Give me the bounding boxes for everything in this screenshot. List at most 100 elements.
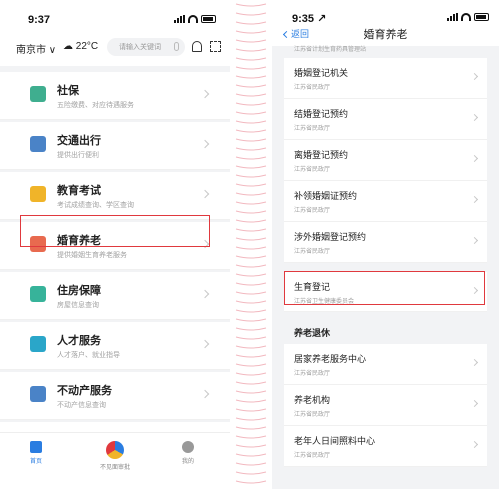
item-subtitle: 江苏省民政厅 [294,167,331,173]
highlight-box [20,215,210,247]
tab-bar: 首页 不见面审批 我的 [0,432,230,489]
service-subtitle: 人才落户、就业指导 [57,352,120,359]
battery-icon [474,13,489,21]
battery-icon [201,15,216,23]
wifi-icon [461,13,471,21]
service-subtitle: 不动产信息查询 [57,402,106,409]
tab-home[interactable]: 首页 [30,441,42,465]
list-item[interactable]: 涉外婚姻登记预约江苏省民政厅 [284,222,487,263]
item-title: 补领婚姻证预约 [294,191,358,201]
home-icon [30,441,42,453]
tab-label: 不见面审批 [100,465,131,471]
service-title: 不动产服务 [57,385,112,397]
list-item[interactable]: 结婚登记预约 江苏省民政厅 [284,99,487,140]
chevron-right-icon [470,358,479,367]
chevron-right-icon [200,389,210,399]
item-title: 居家养老服务中心 [294,354,367,364]
list-item[interactable]: 居家养老服务中心江苏省民政厅 [284,344,487,385]
chevron-right-icon [470,399,479,408]
item-subtitle: 江苏省民政厅 [294,85,331,91]
profile-icon [182,441,194,453]
chevron-right-icon [200,289,210,299]
weather-readout: ☁ 22°C [63,41,99,52]
service-subtitle: 提供婚姻生育养老服务 [57,252,127,259]
book-icon [30,186,46,202]
item-title: 老年人日间照料中心 [294,436,376,446]
chevron-right-icon [200,139,210,149]
service-subtitle: 考试成绩查询、学区查询 [57,202,134,209]
car-icon [30,136,46,152]
tab-profile[interactable]: 我的 [182,441,194,465]
cut-off-subtitle: 江苏省计划生育药具管理站 [294,47,367,53]
page-title: 婚育养老 [363,29,408,41]
section-title-elder: 养老退休 [294,328,331,338]
chevron-right-icon [200,89,210,99]
search-placeholder: 请输入关键词 [119,44,161,51]
chevron-right-icon [470,236,479,245]
list-item[interactable]: 补领婚姻证预约江苏省民政厅 [284,181,487,222]
nav-bar: 返回 婚育养老 [272,24,499,46]
service-subtitle: 提供出行便利 [57,152,99,159]
mic-icon[interactable] [174,42,179,51]
list-item[interactable]: 婚姻登记机关江苏省民政厅 [284,58,487,99]
highlight-box [284,271,485,305]
chevron-right-icon [470,113,479,122]
marriage-elder-screen: 9:35 ↗ 返回 婚育养老 江苏省计划生育药具管理站 婚姻登记机关 江苏省民政厅… [272,0,499,489]
chevron-right-icon [470,195,479,204]
service-subtitle: 房屋信息查询 [57,302,99,309]
building-icon [30,286,46,302]
service-row[interactable]: 社保五险缴费、对应待遇服务 [0,72,230,120]
tab-approval[interactable]: 不见面审批 [100,441,130,471]
service-row[interactable]: 住房保障房屋信息查询 [0,272,230,320]
person-icon [30,336,46,352]
item-title: 养老机构 [294,395,331,405]
list-item[interactable]: 老年人日间照料中心江苏省民政厅 [284,426,487,467]
item-subtitle: 江苏省民政厅 [294,412,331,418]
signal-icon [174,15,185,23]
item-subtitle: 江苏省民政厅 [294,453,331,459]
marriage-card: 婚姻登记机关 江苏省民政厅 结婚登记预约 江苏省民政厅 离婚登记预约 江苏省民政厅 补领婚姻… [284,58,487,263]
city-selector[interactable]: 南京市 ∨ [16,41,56,56]
tab-label: 首页 [30,459,43,465]
torn-edge [230,0,272,489]
list-item[interactable]: 离婚登记预约江苏省民政厅 [284,140,487,181]
item-subtitle: 江苏省民政厅 [294,371,331,377]
item-subtitle: 江苏省民政厅 [294,208,331,214]
screenshot-root: 9:37 南京市 ∨ ☁ 22°C 请输入关键词 社保五险缴费、对应待遇服务交通… [0,0,499,489]
status-bar: 9:37 [0,0,230,30]
item-subtitle: 江苏省民政厅 [294,249,331,255]
service-row[interactable]: 教育考试考试成绩查询、学区查询 [0,172,230,220]
status-icons [174,15,216,23]
scan-icon[interactable] [210,41,221,52]
service-title: 交通出行 [57,135,101,147]
signal-icon [447,13,458,21]
top-bar: 南京市 ∨ ☁ 22°C 请输入关键词 [0,30,230,66]
item-title: 离婚登记预约 [294,150,349,160]
service-subtitle: 五险缴费、对应待遇服务 [57,102,134,109]
chevron-right-icon [470,154,479,163]
service-row[interactable]: 人才服务人才落户、就业指导 [0,322,230,370]
wifi-icon [188,15,198,23]
status-icons [447,13,489,21]
item-title: 婚姻登记机关 [294,68,349,78]
approval-icon [106,441,124,459]
status-time: 9:37 [28,14,51,26]
search-input[interactable]: 请输入关键词 [107,38,185,56]
estate-icon [30,386,46,402]
item-title: 涉外婚姻登记预约 [294,232,367,242]
service-title: 住房保障 [57,285,101,297]
elder-card: 居家养老服务中心 江苏省民政厅 养老机构 江苏省民政厅 老年人日间照料中心 江苏省民政厅 [284,344,487,467]
service-title: 社保 [57,85,79,97]
item-title: 结婚登记预约 [294,109,349,119]
service-row[interactable]: 不动产服务不动产信息查询 [0,372,230,420]
service-row[interactable]: 交通出行提供出行便利 [0,122,230,170]
bell-icon[interactable] [192,41,202,52]
tab-label: 我的 [182,459,195,465]
chevron-right-icon [470,440,479,449]
list-item[interactable]: 养老机构江苏省民政厅 [284,385,487,426]
service-title: 教育考试 [57,185,101,197]
service-title: 人才服务 [57,335,101,347]
chevron-right-icon [200,189,210,199]
chevron-right-icon [470,72,479,81]
service-list: 社保 五险缴费、对应待遇服务 交通出行 提供出行便利 教育考试 考试成绩查询、学区查询 婚育… [0,72,230,470]
